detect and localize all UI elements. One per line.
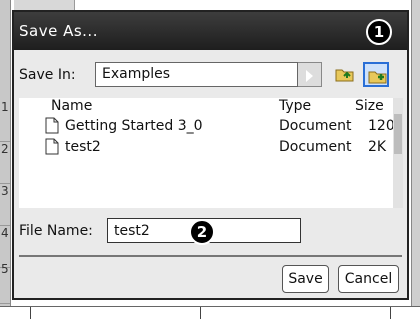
column-divider	[200, 307, 201, 319]
document-icon	[45, 117, 59, 134]
document-icon	[45, 138, 59, 155]
file-row[interactable]: Getting Started 3_0 Document 120	[19, 116, 395, 136]
file-list: Name Type Size Getting Started 3_0 Docum…	[19, 98, 403, 208]
dropdown-arrow-icon[interactable]	[298, 62, 322, 87]
folder-up-icon[interactable]	[332, 62, 358, 87]
column-divider	[30, 307, 31, 319]
callout-badge-1: 1	[366, 19, 392, 45]
file-name-label: File Name:	[19, 223, 93, 239]
file-row[interactable]: test2 Document 2K	[19, 137, 391, 157]
cancel-button[interactable]: Cancel	[338, 265, 399, 293]
file-type-cell: Document	[279, 139, 352, 155]
row-header-column: 1 2 3 4 5	[0, 0, 11, 319]
save-button[interactable]: Save	[282, 265, 329, 293]
column-header-size[interactable]: Size	[355, 98, 384, 114]
file-type-cell: Document	[279, 118, 352, 134]
document-tab-strip	[14, 0, 75, 10]
new-folder-icon[interactable]	[363, 62, 389, 87]
file-size-cell: 2K	[368, 139, 387, 155]
file-name-cell: test2	[65, 139, 101, 155]
column-divider	[390, 307, 391, 319]
save-as-dialog: Save As... 1 Save In: Examples Name Type…	[12, 10, 409, 300]
row-number: 5	[0, 262, 10, 304]
row-number: 3	[0, 184, 10, 226]
file-name-cell: Getting Started 3_0	[65, 118, 203, 134]
column-header-name[interactable]: Name	[51, 98, 92, 114]
column-header-type[interactable]: Type	[279, 98, 311, 114]
dialog-titlebar: Save As... 1	[14, 12, 407, 50]
callout-badge-2: 2	[189, 219, 215, 245]
save-in-dropdown[interactable]: Examples	[95, 62, 298, 87]
column-footer	[0, 306, 420, 319]
scrollbar-thumb[interactable]	[394, 114, 402, 154]
row-number: 2	[0, 142, 10, 184]
dialog-title: Save As...	[19, 22, 98, 40]
file-list-scrollbar[interactable]	[393, 98, 403, 208]
right-scroll-edge	[411, 0, 420, 319]
file-size-cell: 120	[368, 118, 395, 134]
row-number: 1	[0, 100, 10, 142]
divider	[19, 255, 402, 257]
save-in-label: Save In:	[19, 67, 76, 83]
